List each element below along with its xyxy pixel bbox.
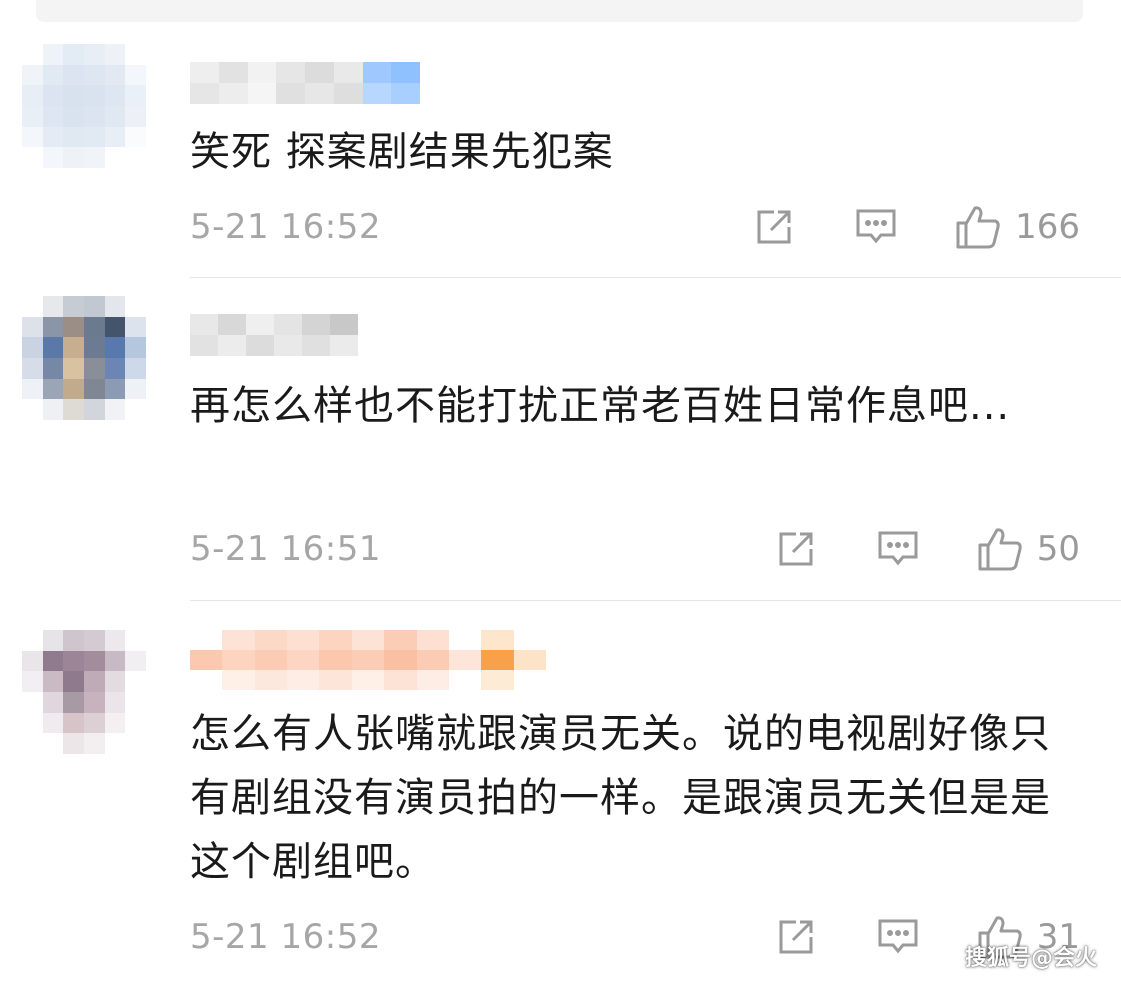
comment-icon[interactable] bbox=[853, 204, 899, 250]
comment-time: 5-21 16:52 bbox=[190, 207, 381, 247]
share-icon[interactable] bbox=[773, 914, 819, 960]
like-button[interactable]: 166 bbox=[955, 202, 1080, 252]
username-blurred[interactable] bbox=[190, 62, 420, 104]
avatar[interactable] bbox=[22, 44, 146, 168]
avatar[interactable] bbox=[22, 296, 146, 420]
like-count: 50 bbox=[1036, 529, 1080, 569]
comment-meta: 5-21 16:51 50 bbox=[190, 524, 1120, 574]
comment-time: 5-21 16:52 bbox=[190, 917, 381, 957]
comment-icon[interactable] bbox=[875, 914, 921, 960]
share-icon[interactable] bbox=[773, 526, 819, 572]
thumbs-up-icon bbox=[977, 526, 1023, 572]
watermark: 搜狐号@会火 bbox=[964, 946, 1097, 971]
comment-text: 怎么有人张嘴就跟演员无关。说的电视剧好像只有剧组没有演员拍的一样。是跟演员无关但… bbox=[190, 711, 1051, 885]
comment-meta: 5-21 16:52 166 bbox=[190, 202, 1120, 252]
comment-text: 再怎么样也不能打扰正常老百姓日常作息吧... bbox=[190, 383, 1011, 429]
divider bbox=[190, 600, 1121, 601]
thumbs-up-icon bbox=[955, 204, 1001, 250]
share-icon[interactable] bbox=[751, 204, 797, 250]
comment-actions: 166 bbox=[751, 202, 1080, 252]
username-blurred[interactable] bbox=[190, 630, 546, 690]
comment-icon[interactable] bbox=[875, 526, 921, 572]
avatar[interactable] bbox=[22, 630, 146, 754]
username-blurred[interactable] bbox=[190, 314, 358, 356]
like-count: 166 bbox=[1015, 207, 1080, 247]
previous-comment-edge bbox=[36, 0, 1083, 22]
divider bbox=[190, 277, 1121, 278]
like-button[interactable]: 50 bbox=[977, 524, 1080, 574]
comment-time: 5-21 16:51 bbox=[190, 529, 381, 569]
comment-text: 笑死 探案剧结果先犯案 bbox=[190, 129, 614, 175]
comment-actions: 50 bbox=[773, 524, 1080, 574]
